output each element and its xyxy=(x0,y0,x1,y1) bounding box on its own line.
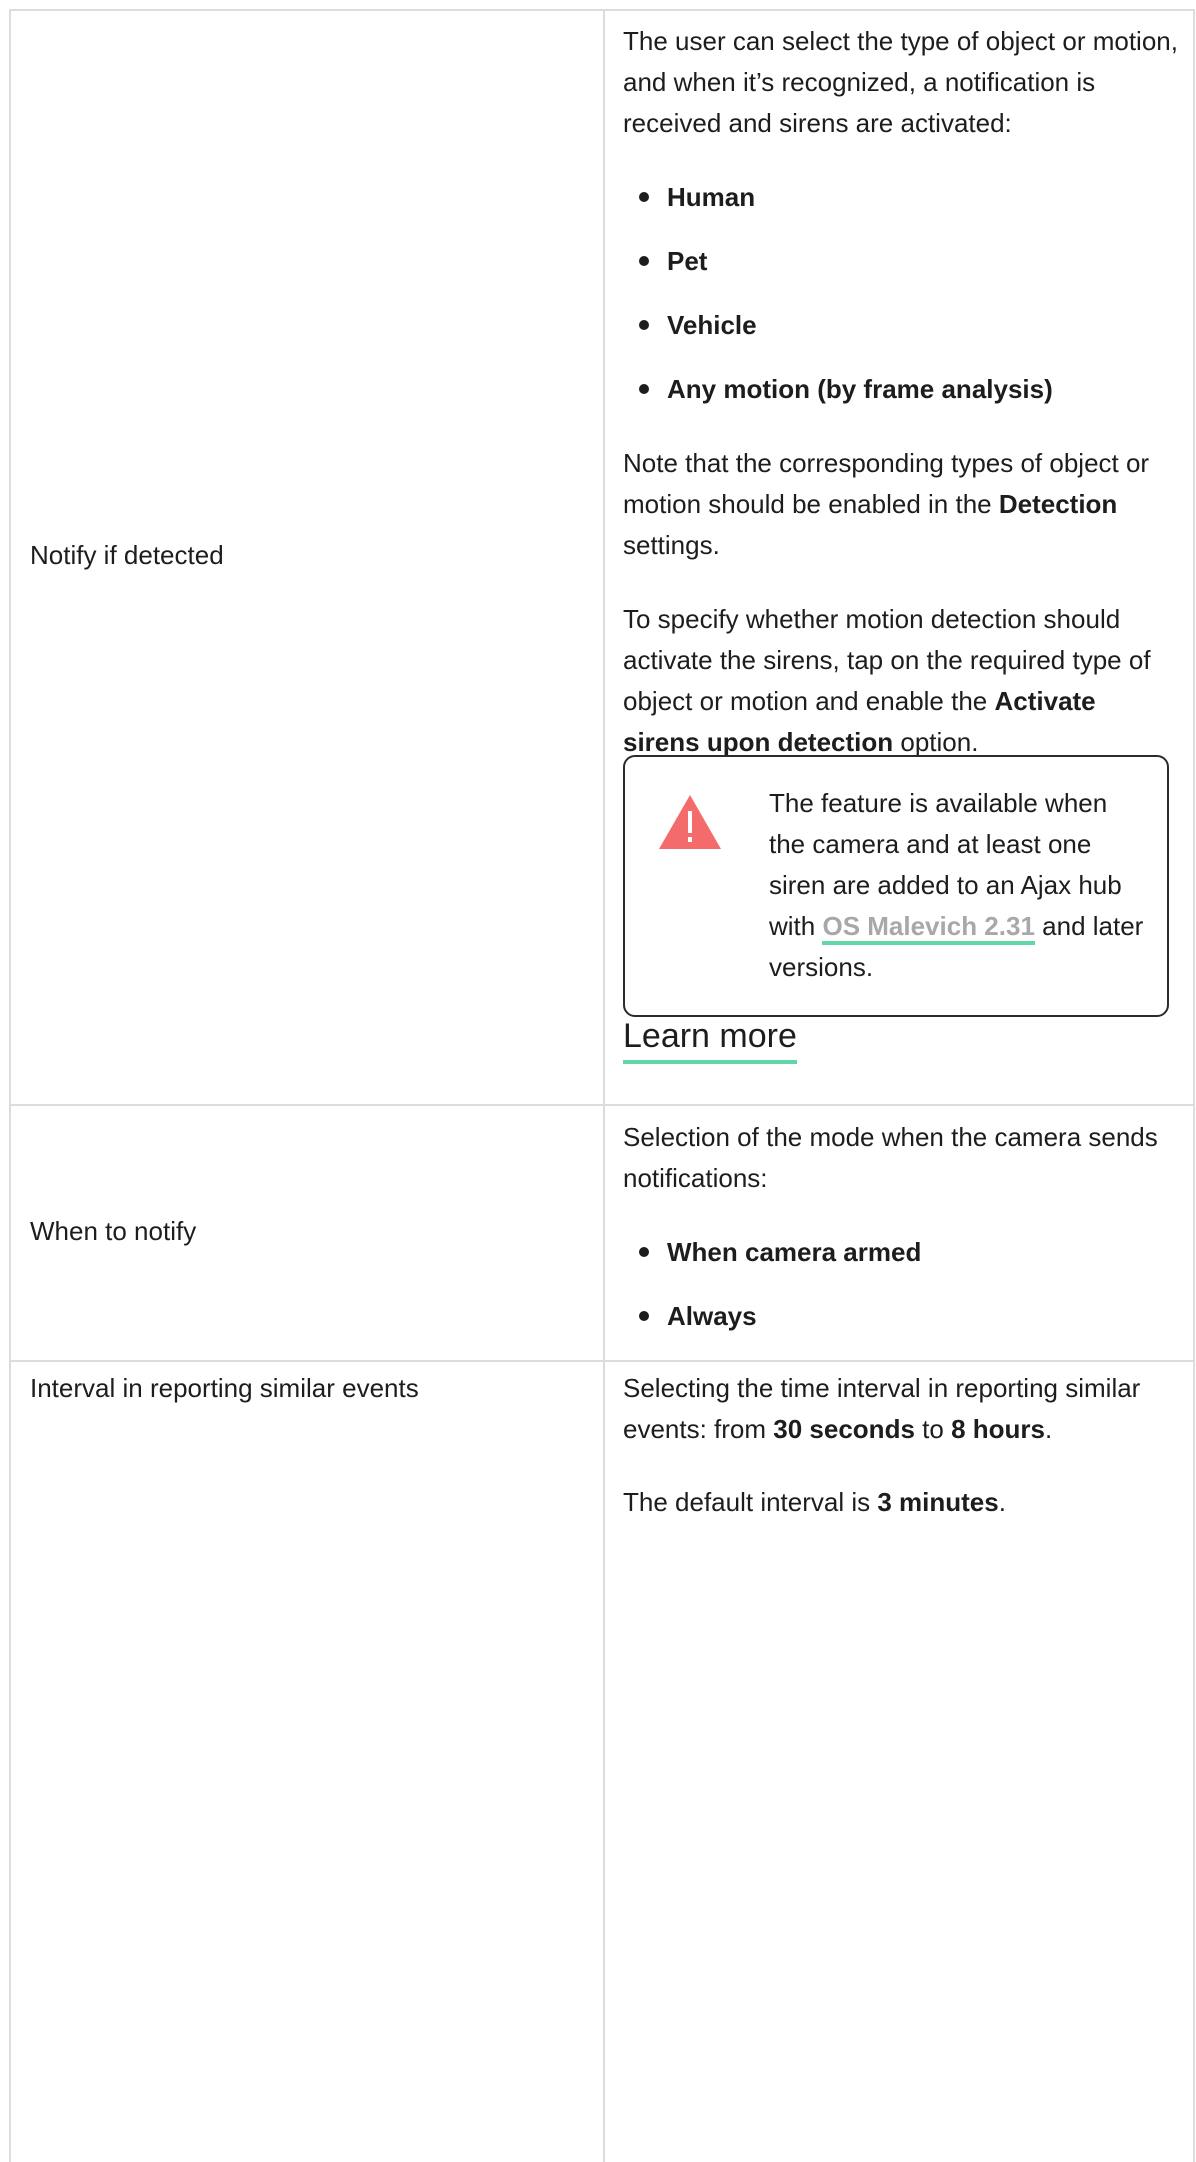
warning-callout: The feature is available when the camera… xyxy=(623,755,1169,1017)
interval-max-value: 8 hours xyxy=(951,1414,1045,1444)
learn-more-link[interactable]: Learn more xyxy=(623,1014,797,1064)
detection-setting-name: Detection xyxy=(998,489,1118,519)
default-interval-text: The default interval is 3 minutes. xyxy=(623,1482,1179,1523)
settings-table: Notify if detected The user can select t… xyxy=(9,9,1195,2162)
table-border-middle xyxy=(603,1362,605,2162)
interval-text-part: to xyxy=(914,1414,952,1444)
sirens-instructions: To specify whether motion detection shou… xyxy=(623,599,1179,763)
list-item: Always xyxy=(623,1296,1179,1336)
instructions-text: option. xyxy=(893,727,979,757)
row-description: Selection of the mode when the camera se… xyxy=(623,1117,1179,1336)
table-border-middle xyxy=(603,1106,605,1360)
table-row-when-to-notify: When to notify Selection of the mode whe… xyxy=(9,1106,1195,1362)
table-row-notify-if-detected: Notify if detected The user can select t… xyxy=(9,11,1195,1106)
os-malevich-link[interactable]: OS Malevich 2.31 xyxy=(822,911,1035,945)
table-row-interval: Interval in reporting similar events Sel… xyxy=(9,1362,1195,2162)
object-type-list: Human Pet Vehicle Any motion (by frame a… xyxy=(623,177,1179,409)
list-item: Pet xyxy=(623,241,1179,281)
default-text-part: The default interval is xyxy=(623,1487,878,1517)
intro-text: The user can select the type of object o… xyxy=(623,26,1178,138)
row-description: The user can select the type of object o… xyxy=(623,21,1179,763)
intro-text: Selection of the mode when the camera se… xyxy=(623,1122,1158,1193)
table-border-left xyxy=(9,11,11,1104)
detection-note: Note that the corresponding types of obj… xyxy=(623,443,1179,566)
interval-text: Selecting the time interval in reporting… xyxy=(623,1368,1179,1450)
table-border-right xyxy=(1193,11,1195,1104)
table-border-right xyxy=(1193,1362,1195,2162)
list-item: Any motion (by frame analysis) xyxy=(623,369,1179,409)
table-border-left xyxy=(9,1362,11,2162)
list-item: When camera armed xyxy=(623,1232,1179,1272)
warning-triangle-icon xyxy=(659,795,721,849)
note-text: settings. xyxy=(623,530,720,560)
row-description: Selecting the time interval in reporting… xyxy=(623,1368,1179,1523)
interval-text-part: . xyxy=(1044,1414,1053,1444)
list-item: Vehicle xyxy=(623,305,1179,345)
interval-min-value: 30 seconds xyxy=(773,1414,915,1444)
row-label: Interval in reporting similar events xyxy=(30,1373,419,1403)
default-interval-value: 3 minutes xyxy=(877,1487,999,1517)
table-border-right xyxy=(1193,1106,1195,1360)
table-border-left xyxy=(9,1106,11,1360)
notify-mode-list: When camera armed Always xyxy=(623,1232,1179,1336)
row-label: Notify if detected xyxy=(30,540,224,570)
row-label: When to notify xyxy=(30,1216,197,1246)
table-border-middle xyxy=(603,11,605,1104)
list-item: Human xyxy=(623,177,1179,217)
default-text-part: . xyxy=(998,1487,1006,1517)
warning-text: The feature is available when the camera… xyxy=(769,783,1149,988)
